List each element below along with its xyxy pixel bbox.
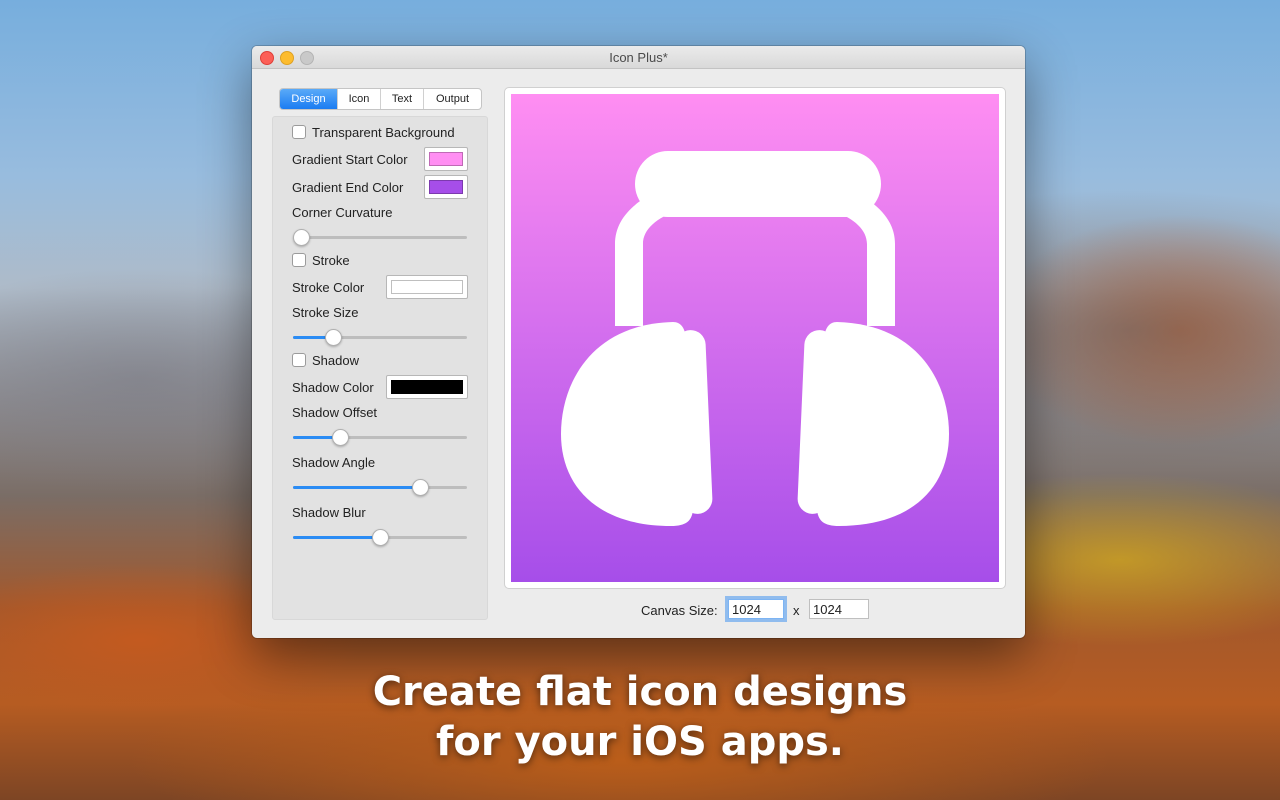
preview-frame [504, 87, 1006, 589]
tab-output[interactable]: Output [423, 89, 481, 109]
tab-design[interactable]: Design [280, 89, 337, 109]
stroke-color-label: Stroke Color [292, 280, 365, 295]
shadow-color-swatch [391, 380, 463, 394]
gradient-start-label: Gradient Start Color [292, 152, 408, 167]
corner-curvature-slider[interactable] [293, 229, 467, 246]
gradient-end-label: Gradient End Color [292, 180, 404, 195]
gradient-start-color-swatch [429, 152, 463, 166]
shadow-checkbox[interactable] [292, 353, 306, 367]
headphones-icon [561, 151, 949, 526]
canvas-size-label: Canvas Size: [641, 603, 718, 618]
icon-preview-canvas [511, 94, 999, 582]
slider-knob[interactable] [331, 429, 349, 446]
slider-knob[interactable] [412, 479, 430, 496]
slider-knob[interactable] [325, 329, 343, 346]
stroke-checkbox[interactable] [292, 253, 306, 267]
gradient-start-color-well[interactable] [424, 147, 468, 171]
promo-caption-line2: for your iOS apps. [436, 719, 844, 765]
transparent-background-row[interactable]: Transparent Background [292, 125, 455, 140]
gradient-end-color-swatch [429, 180, 463, 194]
app-window: Icon Plus* Design Icon Text Output Trans… [252, 46, 1025, 638]
shadow-angle-label: Shadow Angle [292, 455, 376, 470]
corner-curvature-label: Corner Curvature [292, 205, 393, 220]
promo-caption-line1: Create flat icon designs [372, 669, 908, 715]
title-bar: Icon Plus* [252, 46, 1025, 69]
stroke-label: Stroke [312, 253, 350, 268]
shadow-blur-slider[interactable] [293, 529, 467, 546]
shadow-angle-slider[interactable] [293, 479, 467, 496]
tab-text[interactable]: Text [380, 89, 423, 109]
gradient-end-color-well[interactable] [424, 175, 468, 199]
canvas-width-input[interactable] [728, 599, 784, 619]
stroke-color-swatch [391, 280, 463, 294]
shadow-offset-slider[interactable] [293, 429, 467, 446]
slider-fill [293, 486, 421, 489]
shadow-row[interactable]: Shadow [292, 353, 359, 368]
stroke-row[interactable]: Stroke [292, 253, 350, 268]
window-title: Icon Plus* [609, 50, 668, 65]
canvas-height-input[interactable] [809, 599, 869, 619]
shadow-color-label: Shadow Color [292, 380, 374, 395]
transparent-background-label: Transparent Background [312, 125, 455, 140]
tab-icon[interactable]: Icon [337, 89, 380, 109]
canvas-size-separator: x [793, 603, 800, 618]
slider-track [293, 236, 467, 239]
segmented-tabs: Design Icon Text Output [279, 88, 482, 110]
transparent-background-checkbox[interactable] [292, 125, 306, 139]
shadow-offset-label: Shadow Offset [292, 405, 378, 420]
slider-fill [293, 536, 380, 539]
stroke-size-label: Stroke Size [292, 305, 359, 320]
stroke-color-well[interactable] [386, 275, 468, 299]
slider-knob[interactable] [293, 229, 310, 246]
slider-knob[interactable] [372, 529, 389, 546]
shadow-color-well[interactable] [386, 375, 468, 399]
stroke-size-slider[interactable] [293, 329, 467, 346]
shadow-blur-label: Shadow Blur [292, 505, 366, 520]
shadow-label: Shadow [312, 353, 359, 368]
